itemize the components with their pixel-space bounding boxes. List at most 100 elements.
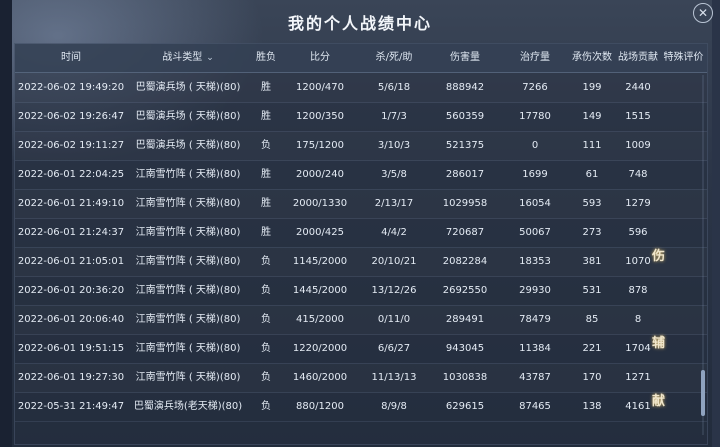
header-result: 胜负	[256, 52, 276, 63]
cell-damage: 2692550	[442, 285, 488, 296]
cell-hits: 111	[582, 140, 602, 151]
header-hits: 承伤次数	[572, 52, 612, 63]
cell-heal: 7266	[522, 82, 548, 93]
cell-time: 2022-06-01 19:51:15	[17, 343, 125, 354]
cell-type: 江南雪竹阵 ( 天梯)(80)	[135, 198, 241, 209]
cell-damage: 560359	[445, 111, 485, 122]
table-row[interactable]: 2022-06-01 21:05:01 江南雪竹阵 ( 天梯)(80) 负 1145/…	[15, 247, 707, 277]
cell-score: 2000/1330	[292, 198, 348, 209]
cell-score: 1445/2000	[292, 285, 348, 296]
cell-time: 2022-06-01 20:36:20	[17, 285, 125, 296]
cell-damage: 1029958	[442, 198, 488, 209]
cell-damage: 1030838	[442, 372, 488, 383]
cell-type: 江南雪竹阵 ( 天梯)(80)	[135, 343, 241, 354]
cell-result: 负	[261, 343, 271, 354]
cell-score: 1145/2000	[292, 256, 348, 267]
cell-kda: 0/11/0	[377, 314, 411, 325]
cell-contrib: 878	[628, 285, 648, 296]
cell-time: 2022-06-01 22:04:25	[17, 169, 125, 180]
table-row[interactable]: 2022-06-01 20:06:40 江南雪竹阵 ( 天梯)(80) 负 415/2…	[15, 305, 707, 335]
cell-damage: 2082284	[442, 256, 488, 267]
cell-score: 880/1200	[296, 401, 344, 412]
cell-damage: 629615	[445, 401, 485, 412]
table-row[interactable]: 2022-06-02 19:11:27 巴蜀演兵场 ( 天梯)(80) 负 175/1…	[15, 131, 707, 161]
cell-damage: 888942	[445, 82, 485, 93]
cell-score: 415/2000	[296, 314, 344, 325]
record-panel: 时间 战斗类型 ⌄ 胜负 比分 杀/死/助 伤害量 治疗量 承伤次数 战场贡献 特…	[14, 43, 708, 445]
eval-badge: 伤	[652, 249, 666, 264]
table-row[interactable]: 2022-06-01 19:27:30 江南雪竹阵 ( 天梯)(80) 负 1460/…	[15, 363, 707, 393]
cell-heal: 78479	[519, 314, 551, 325]
cell-type: 巴蜀演兵场 ( 天梯)(80)	[135, 111, 241, 122]
cell-hits: 170	[582, 372, 602, 383]
scrollbar-thumb[interactable]	[701, 370, 705, 416]
cell-heal: 87465	[519, 401, 551, 412]
cell-time: 2022-06-02 19:11:27	[17, 140, 125, 151]
page-title: 我的个人战绩中心	[287, 14, 432, 33]
cell-heal: 0	[531, 140, 539, 151]
cell-contrib: 1279	[625, 198, 651, 209]
cell-damage: 286017	[445, 169, 485, 180]
cell-hits: 273	[582, 227, 602, 238]
cell-hits: 381	[582, 256, 602, 267]
cell-kda: 2/13/17	[374, 198, 414, 209]
cell-heal: 16054	[519, 198, 551, 209]
table-row[interactable]: 2022-06-02 19:26:47 巴蜀演兵场 ( 天梯)(80) 胜 1200/…	[15, 102, 707, 132]
eval-badge: 辅	[652, 336, 666, 351]
cell-result: 负	[261, 401, 271, 412]
cell-score: 1200/350	[296, 111, 344, 122]
cell-hits: 61	[585, 169, 599, 180]
cell-type: 巴蜀演兵场 ( 天梯)(80)	[135, 140, 241, 151]
cell-hits: 138	[582, 401, 602, 412]
cell-hits: 221	[582, 343, 602, 354]
cell-time: 2022-05-31 21:49:47	[17, 401, 125, 412]
cell-heal: 50067	[519, 227, 551, 238]
header-type[interactable]: 战斗类型 ⌄	[123, 44, 253, 72]
table-row[interactable]: 2022-06-01 19:51:15 江南雪竹阵 ( 天梯)(80) 负 1220/…	[15, 334, 707, 364]
cell-kda: 13/12/26	[371, 285, 417, 296]
cell-type: 巴蜀演兵场 ( 天梯)(80)	[135, 82, 241, 93]
header-kda: 杀/死/助	[375, 52, 413, 63]
cell-kda: 5/6/18	[377, 82, 411, 93]
cell-contrib: 2440	[625, 82, 651, 93]
cell-kda: 8/9/8	[381, 401, 407, 412]
cell-damage: 943045	[445, 343, 485, 354]
cell-heal: 11384	[519, 343, 551, 354]
cell-result: 负	[261, 140, 271, 151]
cell-contrib: 596	[628, 227, 648, 238]
table-row[interactable]: 2022-06-01 22:04:25 江南雪竹阵 ( 天梯)(80) 胜 2000/…	[15, 160, 707, 190]
table-row[interactable]: 2022-05-31 21:49:47 巴蜀演兵场(老天梯)(80) 负 880/12…	[15, 392, 707, 422]
cell-type: 江南雪竹阵 ( 天梯)(80)	[135, 169, 241, 180]
filter-icon[interactable]: ⌄	[206, 44, 214, 72]
cell-type: 江南雪竹阵 ( 天梯)(80)	[135, 285, 241, 296]
cell-kda: 3/5/8	[381, 169, 407, 180]
cell-score: 1460/2000	[292, 372, 348, 383]
table-row[interactable]: 2022-06-01 21:24:37 江南雪竹阵 ( 天梯)(80) 胜 2000/…	[15, 218, 707, 248]
cell-score: 2000/240	[296, 169, 344, 180]
cell-result: 负	[261, 314, 271, 325]
table-row[interactable]: 2022-06-01 21:49:10 江南雪竹阵 ( 天梯)(80) 胜 2000/…	[15, 189, 707, 219]
cell-damage: 289491	[445, 314, 485, 325]
cell-hits: 199	[582, 82, 602, 93]
cell-score: 2000/425	[296, 227, 344, 238]
cell-hits: 149	[582, 111, 602, 122]
cell-result: 胜	[261, 82, 271, 93]
table-row[interactable]: 2022-06-01 20:36:20 江南雪竹阵 ( 天梯)(80) 负 1445/…	[15, 276, 707, 306]
cell-kda: 1/7/3	[381, 111, 407, 122]
cell-time: 2022-06-02 19:49:20	[17, 82, 125, 93]
eval-badge: 献	[652, 394, 666, 409]
cell-hits: 531	[582, 285, 602, 296]
cell-result: 负	[261, 256, 271, 267]
close-icon[interactable]: ✕	[693, 3, 713, 23]
header-score: 比分	[310, 52, 330, 63]
cell-damage: 521375	[445, 140, 485, 151]
cell-hits: 85	[585, 314, 599, 325]
cell-damage: 720687	[445, 227, 485, 238]
cell-score: 1200/470	[296, 82, 344, 93]
table-row[interactable]: 2022-06-02 19:49:20 巴蜀演兵场 ( 天梯)(80) 胜 1200/…	[15, 73, 707, 103]
cell-heal: 29930	[519, 285, 551, 296]
cell-heal: 1699	[522, 169, 548, 180]
cell-time: 2022-06-01 21:24:37	[17, 227, 125, 238]
header-time: 时间	[61, 52, 81, 63]
cell-heal: 43787	[519, 372, 551, 383]
